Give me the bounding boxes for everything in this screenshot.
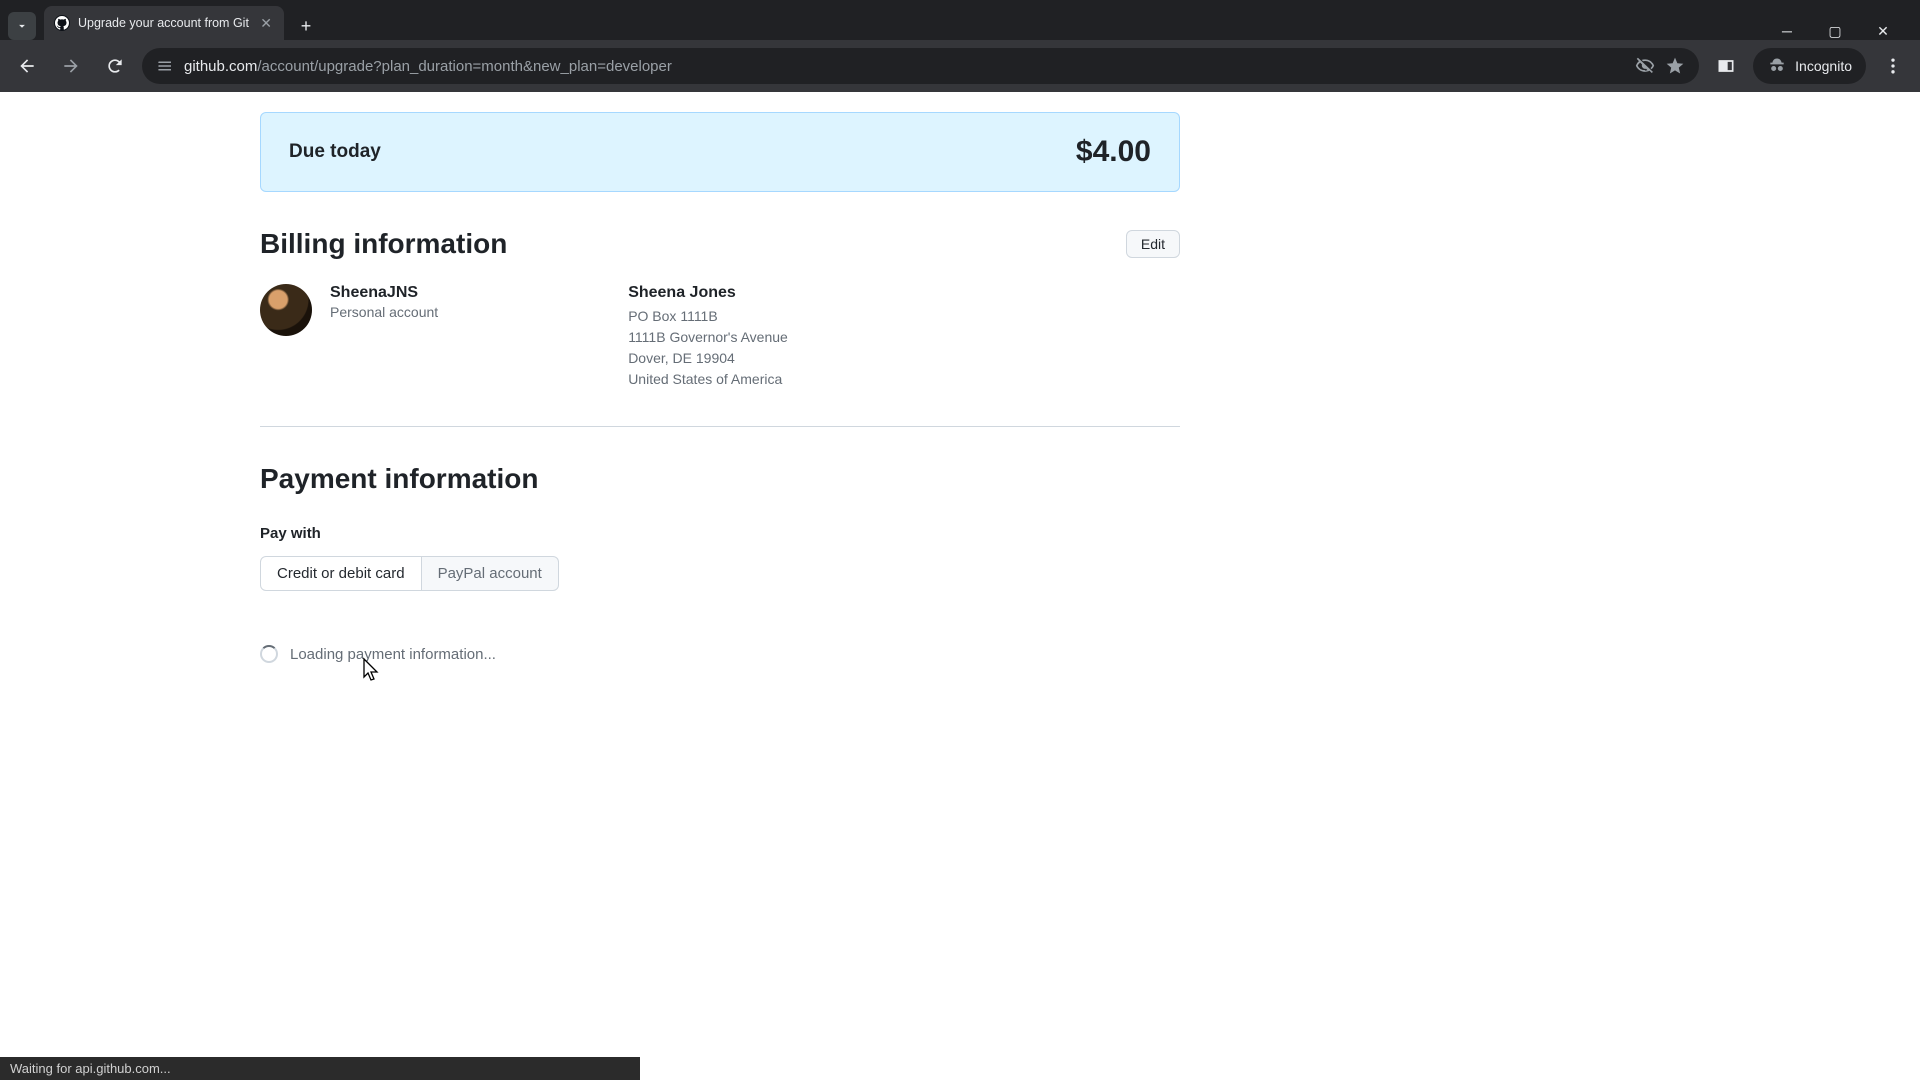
- url-text: github.com/account/upgrade?plan_duration…: [184, 58, 1625, 75]
- window-close-button[interactable]: ✕: [1868, 23, 1898, 40]
- back-button[interactable]: [10, 49, 44, 83]
- browser-tab[interactable]: Upgrade your account from Git ✕: [44, 6, 284, 40]
- section-divider: [260, 426, 1180, 427]
- pay-paypal-button[interactable]: PayPal account: [422, 556, 559, 591]
- bookmark-star-icon[interactable]: [1665, 56, 1685, 76]
- side-panel-icon[interactable]: [1709, 49, 1743, 83]
- account-type: Personal account: [330, 304, 438, 320]
- loading-text: Loading payment information...: [290, 646, 496, 663]
- billing-info: SheenaJNS Personal account Sheena Jones …: [260, 284, 1180, 390]
- reload-button[interactable]: [98, 49, 132, 83]
- payment-heading: Payment information: [260, 463, 1180, 495]
- incognito-indicator[interactable]: Incognito: [1753, 48, 1866, 84]
- billing-name: Sheena Jones: [628, 284, 788, 302]
- pay-card-button[interactable]: Credit or debit card: [260, 556, 422, 591]
- tab-title: Upgrade your account from Git: [78, 16, 250, 30]
- due-today-label: Due today: [289, 141, 381, 163]
- window-controls: ─ ▢ ✕: [1772, 23, 1912, 40]
- browser-status-bar: Waiting for api.github.com...: [0, 1057, 640, 1080]
- loading-payment-row: Loading payment information...: [260, 645, 1180, 663]
- address-line-1: PO Box 1111B: [628, 306, 788, 327]
- account-username: SheenaJNS: [330, 284, 438, 302]
- due-today-box: Due today $4.00: [260, 112, 1180, 192]
- address-line-2: 1111B Governor's Avenue: [628, 327, 788, 348]
- edit-button[interactable]: Edit: [1126, 230, 1180, 258]
- avatar: [260, 284, 312, 336]
- github-favicon: [54, 15, 70, 31]
- address-line-3: Dover, DE 19904: [628, 348, 788, 369]
- address-country: United States of America: [628, 369, 788, 390]
- page-content: Due today $4.00 Billing information Edit…: [260, 92, 1180, 663]
- payment-method-segmented: Credit or debit card PayPal account: [260, 556, 559, 591]
- tab-close-icon[interactable]: ✕: [258, 13, 274, 34]
- account-block: SheenaJNS Personal account: [260, 284, 438, 390]
- billing-address: Sheena Jones PO Box 1111B 1111B Governor…: [628, 284, 788, 390]
- incognito-label: Incognito: [1795, 58, 1852, 74]
- pay-with-label: Pay with: [260, 525, 1180, 542]
- window-maximize-button[interactable]: ▢: [1820, 23, 1850, 40]
- browser-toolbar: github.com/account/upgrade?plan_duration…: [0, 40, 1920, 92]
- new-tab-button[interactable]: +: [292, 12, 320, 40]
- billing-section-header: Billing information Edit: [260, 228, 1180, 260]
- status-text: Waiting for api.github.com...: [10, 1061, 171, 1076]
- billing-heading: Billing information: [260, 228, 507, 260]
- spinner-icon: [260, 645, 278, 663]
- window-minimize-button[interactable]: ─: [1772, 23, 1802, 40]
- address-bar[interactable]: github.com/account/upgrade?plan_duration…: [142, 48, 1699, 84]
- page-viewport[interactable]: Due today $4.00 Billing information Edit…: [0, 92, 1920, 1080]
- forward-button[interactable]: [54, 49, 88, 83]
- tab-search-button[interactable]: [8, 12, 36, 40]
- eye-off-icon[interactable]: [1635, 56, 1655, 76]
- tab-bar: Upgrade your account from Git ✕ + ─ ▢ ✕: [0, 0, 1920, 40]
- due-today-amount: $4.00: [1076, 135, 1151, 169]
- browser-menu-icon[interactable]: [1876, 49, 1910, 83]
- site-info-icon[interactable]: [156, 57, 174, 75]
- browser-chrome: Upgrade your account from Git ✕ + ─ ▢ ✕ …: [0, 0, 1920, 92]
